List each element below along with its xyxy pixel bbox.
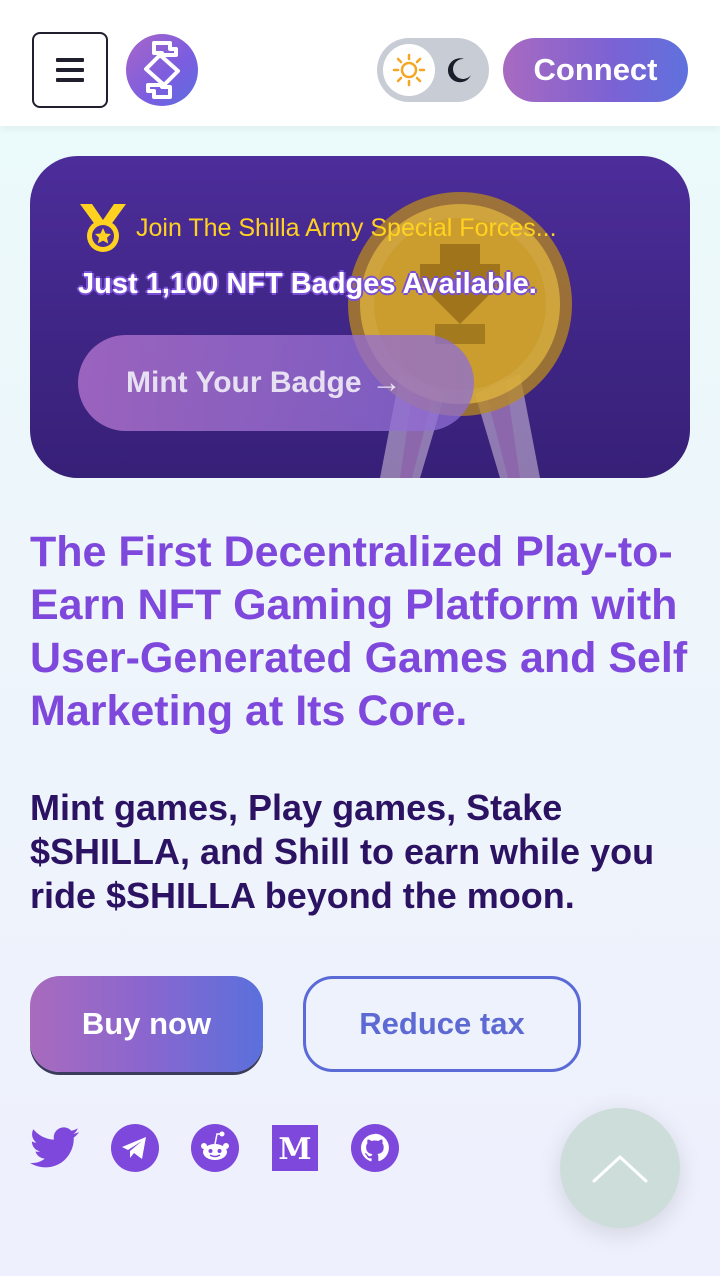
connect-button[interactable]: Connect	[503, 38, 688, 102]
hero-subhead: Mint games, Play games, Stake $SHILLA, a…	[30, 787, 655, 916]
arrow-right-icon: →	[371, 366, 402, 399]
medal-icon	[80, 204, 126, 252]
buy-now-button[interactable]: Buy now	[30, 976, 263, 1072]
scroll-to-top-button[interactable]	[560, 1108, 680, 1228]
reddit-link[interactable]	[190, 1123, 240, 1173]
reduce-tax-button[interactable]: Reduce tax	[303, 976, 581, 1072]
hero-headline: The First Decentralized Play-to-Earn NFT…	[30, 528, 688, 735]
medium-icon: M	[272, 1125, 318, 1171]
telegram-icon	[111, 1124, 159, 1172]
theme-knob	[383, 44, 435, 96]
mint-button-label: Mint Your Badge	[126, 366, 362, 399]
github-icon	[351, 1124, 399, 1172]
mint-badge-button[interactable]: Mint Your Badge →	[78, 335, 474, 431]
moon-icon	[443, 54, 475, 86]
hamburger-icon	[56, 58, 84, 82]
chevron-up-icon	[592, 1155, 648, 1183]
banner-tagline: Join The Shilla Army Special Forces...	[78, 202, 557, 254]
svg-text:M: M	[278, 1132, 311, 1167]
banner-tag-text: Join The Shilla Army Special Forces...	[136, 213, 557, 242]
banner-title: Just 1,100 NFT Badges Available.	[78, 268, 537, 300]
twitter-link[interactable]	[30, 1123, 80, 1173]
theme-toggle[interactable]	[377, 38, 489, 102]
nft-badge-banner: Join The Shilla Army Special Forces... J…	[30, 156, 690, 478]
twitter-icon	[30, 1127, 80, 1168]
telegram-link[interactable]	[110, 1123, 160, 1173]
top-header: Connect	[0, 0, 720, 126]
sun-icon	[392, 53, 426, 87]
reddit-icon	[191, 1124, 239, 1172]
medium-link[interactable]: M	[270, 1123, 320, 1173]
shilla-logo[interactable]	[126, 34, 198, 106]
shilla-logo-icon	[144, 41, 180, 99]
github-link[interactable]	[350, 1123, 400, 1173]
menu-button[interactable]	[32, 32, 108, 108]
